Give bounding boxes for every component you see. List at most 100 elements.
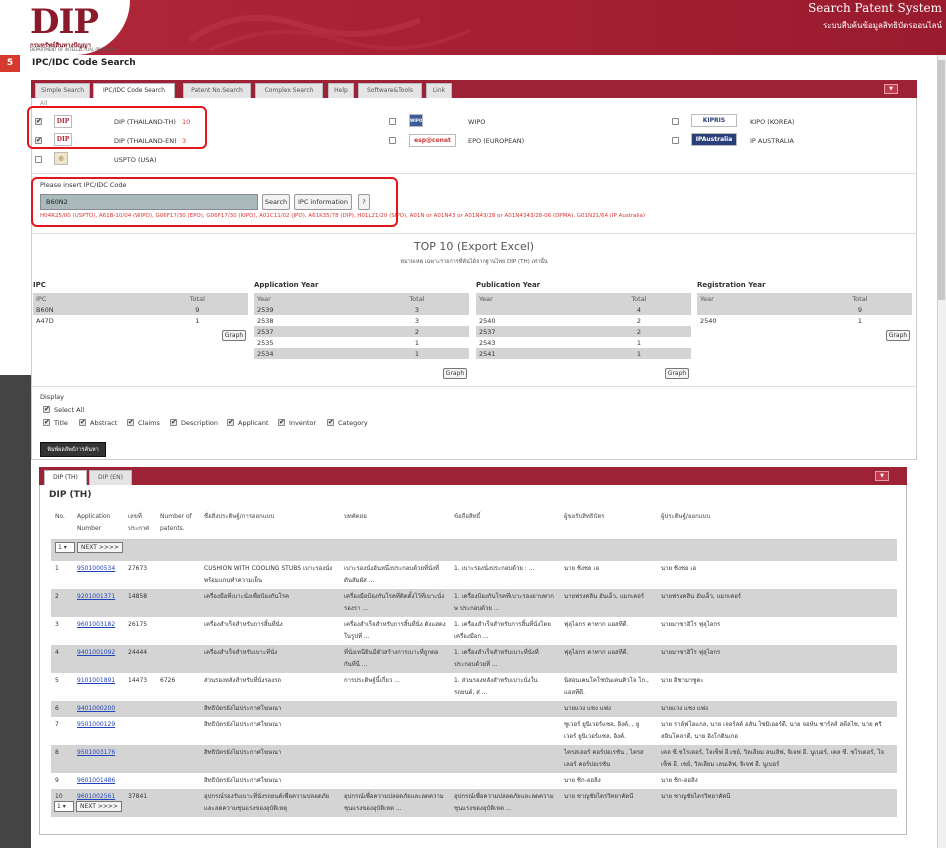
col-header-abstract: บทคัดย่อ [340,509,450,540]
cell: ฟุลุไอกร คาทาก แอสทีดี. [560,645,657,673]
cell[interactable]: 2537 [254,326,365,337]
cell [340,701,450,717]
cell[interactable]: 2541 [476,348,587,359]
source-checkbox-epo[interactable] [389,137,396,144]
col-header-title: ชื่อสิ่งประดิษฐ์/การออกแบบ [200,509,340,540]
step-badge: 5 [0,55,20,72]
cell [124,701,156,717]
application-number-link[interactable]: 9601003182 [77,621,115,628]
cell[interactable]: 2540 [697,315,808,326]
scrollbar-thumb[interactable] [938,60,945,300]
cell [450,773,560,789]
cell [450,745,560,773]
col-header: Total [807,293,912,304]
cell[interactable]: 2538 [254,315,365,326]
next-page-button[interactable]: NEXT >>>> [77,541,123,553]
cell: 3 [364,315,469,326]
page-select[interactable]: 1 ▾ [55,541,75,553]
col-header: Year [476,293,587,304]
results-tab-dip-en[interactable]: DIP (EN) [89,470,132,485]
espacenet-logo-icon: esp@cenet [409,134,456,147]
tab-complex-search[interactable]: Complex Search [255,83,323,98]
cell: สิทธิบัตรยังไม่ประกาศโฆษณา [200,701,340,717]
cell[interactable]: 2534 [254,348,365,359]
application-number-link[interactable]: 9401000200 [77,705,115,712]
application-number-link[interactable]: 9101001891 [77,677,115,684]
cell[interactable]: 2537 [476,326,587,337]
application-year-graph-button[interactable]: Graph [443,368,467,379]
cell: 37841 [124,789,156,817]
cell [124,717,156,745]
print-results-button[interactable]: พิมพ์ผลลัพธ์การค้นหา [40,442,106,457]
application-number-link[interactable]: 9401001092 [77,649,115,656]
collapse-icon[interactable]: ▼ [884,84,898,94]
bottom-page-select[interactable]: 1 ▾ [54,801,74,812]
cell: นิสอนเคนโคโชบันเคนคิวโจ โก., แอลทีดี. [560,673,657,701]
application-number-link[interactable]: 9501003176 [77,749,115,756]
results-tab-dip-th[interactable]: DIP (TH) [44,470,87,485]
top10-export-link[interactable]: TOP 10 (Export Excel) [31,240,917,253]
tab-simple-search[interactable]: Simple Search [35,83,90,98]
cell: 2 [51,589,73,617]
cell: นายมาชาฮิโร ฟุลุไอกร [657,645,897,673]
source-checkbox-wipo[interactable] [389,118,396,125]
cell[interactable]: 2543 [476,337,587,348]
display-claims-checkbox[interactable] [127,418,134,426]
table-row: 5 9101001891 14473 6726 ส่วนรองหลังสำหรั… [51,673,897,701]
results-tabbar [39,467,907,485]
cell[interactable]: 2539 [254,304,365,315]
source-checkbox-uspto[interactable] [35,156,42,163]
tab-patent-no-search[interactable]: Patent No.Search [183,83,251,98]
ipc-graph-button[interactable]: Graph [222,330,246,341]
col-header-no: No. [51,509,73,540]
cell [156,701,200,717]
cell[interactable]: 2540 [476,315,587,326]
cell: 1 [364,348,469,359]
application-number-link[interactable]: 9201001371 [77,593,115,600]
source-checkbox-kipo[interactable] [672,118,679,125]
cell: 26175 [124,617,156,645]
cell: 2 [586,315,691,326]
ipc-stats-table: IPC Total B60N 9 A47D 1 [33,293,248,326]
tab-software-tools[interactable]: Software&Tools [358,83,422,98]
source-checkbox-ip-australia[interactable] [672,137,679,144]
cell[interactable] [697,304,808,315]
cell: 1 [51,561,73,589]
cell [156,589,200,617]
cell: 3 [364,304,469,315]
cell[interactable]: B60N [33,304,147,315]
cell: เคล ซี.ชโรเดอร์, โจเซ็ฟ อี.เชย์, วิลเลีย… [657,745,897,773]
cell: อุปกรณ์เพื่อความปลอดภัยและลดความชุนแรงขอ… [450,789,560,817]
registration-year-graph-button[interactable]: Graph [886,330,910,341]
application-number-link[interactable]: 9501000534 [77,565,115,572]
display-description-checkbox[interactable] [170,418,177,426]
bottom-next-page-button[interactable]: NEXT >>>> [76,801,122,812]
col-header-claims: ข้อถือสิทธิ์ [450,509,560,540]
cell: 1 [807,315,912,326]
dip-logo[interactable]: DIP [30,2,99,42]
cell[interactable]: 2535 [254,337,365,348]
tab-ipc-idc-code-search[interactable]: IPC/IDC Code Search [93,83,175,98]
cell[interactable] [476,304,587,315]
application-number-link[interactable]: 9601002561 [77,793,115,800]
tab-help[interactable]: Help [328,83,354,98]
display-category-checkbox[interactable] [327,418,334,426]
application-number-link[interactable]: 9501000129 [77,721,115,728]
cell: เครื่องมือที่เบาะนั่งเพื่อป้องกันโรค [200,589,340,617]
cell: สิทธิบัตรยังไม่ประกาศโฆษณา [200,717,340,745]
select-all-checkbox[interactable] [43,405,50,413]
table-row: 6 9401000200 สิทธิบัตรยังไม่ประกาศโฆษณา … [51,701,897,717]
application-number-link[interactable]: 9601001486 [77,777,115,784]
cell: เบาะรองนั่งอันหนึ่งประกอบด้วยที่นั่งที่ด… [340,561,450,589]
results-collapse-icon[interactable]: ▼ [875,471,889,481]
display-title-checkbox[interactable] [43,418,50,426]
display-applicant-checkbox[interactable] [227,418,234,426]
tab-link[interactable]: Link [426,83,452,98]
publication-year-graph-button[interactable]: Graph [665,368,689,379]
cell[interactable]: A47D [33,315,147,326]
display-inventor-checkbox[interactable] [278,418,285,426]
col-header: Year [697,293,808,304]
table-row: 9 9601001486 สิทธิบัตรยังไม่ประกาศโฆษณา … [51,773,897,789]
cell: 4 [51,645,73,673]
display-abstract-checkbox[interactable] [79,418,86,426]
